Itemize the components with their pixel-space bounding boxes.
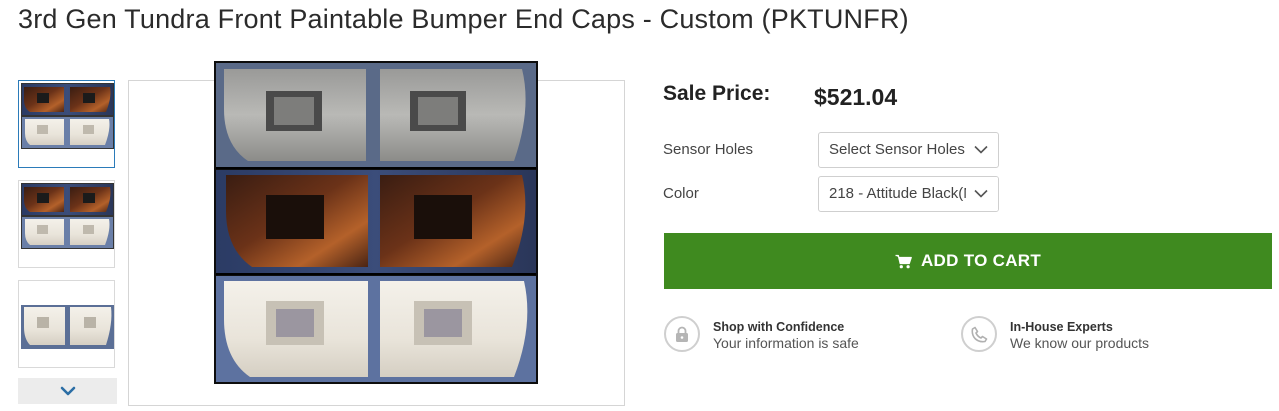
trust-heading-experts: In-House Experts — [1010, 320, 1113, 334]
main-product-image[interactable] — [214, 61, 538, 384]
color-select[interactable]: 218 - Attitude Black(Mica) — [818, 176, 999, 212]
thumbnail-scroll-down-button[interactable] — [18, 378, 117, 404]
thumbnail-1-image — [21, 83, 114, 149]
product-title: 3rd Gen Tundra Front Paintable Bumper En… — [18, 4, 909, 34]
option-label-sensor-holes: Sensor Holes — [663, 141, 754, 158]
thumbnail-3[interactable] — [18, 280, 115, 368]
thumbnail-3-image — [21, 305, 114, 349]
trust-badge-experts: In-House Experts We know our products — [961, 316, 1149, 352]
cart-icon — [895, 254, 912, 269]
sensor-holes-selected-value: Select Sensor Holes — [829, 141, 965, 158]
trust-subtext-confidence: Your information is safe — [713, 335, 859, 351]
thumbnail-1[interactable] — [18, 80, 115, 168]
add-to-cart-label: ADD TO CART — [920, 251, 1042, 270]
sensor-holes-select[interactable]: Select Sensor Holes — [818, 132, 999, 168]
sale-price-value: $521.04 — [814, 84, 898, 110]
trust-subtext-experts: We know our products — [1010, 335, 1150, 351]
chevron-down-icon — [974, 189, 988, 198]
thumbnail-2-image — [21, 183, 114, 249]
sale-price-label: Sale Price: — [663, 82, 771, 105]
chevron-down-icon — [974, 145, 988, 154]
thumbnail-2[interactable] — [18, 180, 115, 268]
add-to-cart-button[interactable]: ADD TO CART — [664, 233, 1272, 289]
option-label-color: Color — [663, 185, 699, 202]
trust-heading-confidence: Shop with Confidence — [713, 320, 845, 334]
trust-badge-confidence: Shop with Confidence Your information is… — [664, 316, 859, 352]
chevron-down-icon — [60, 386, 75, 396]
phone-icon — [961, 316, 997, 352]
lock-icon — [664, 316, 700, 352]
